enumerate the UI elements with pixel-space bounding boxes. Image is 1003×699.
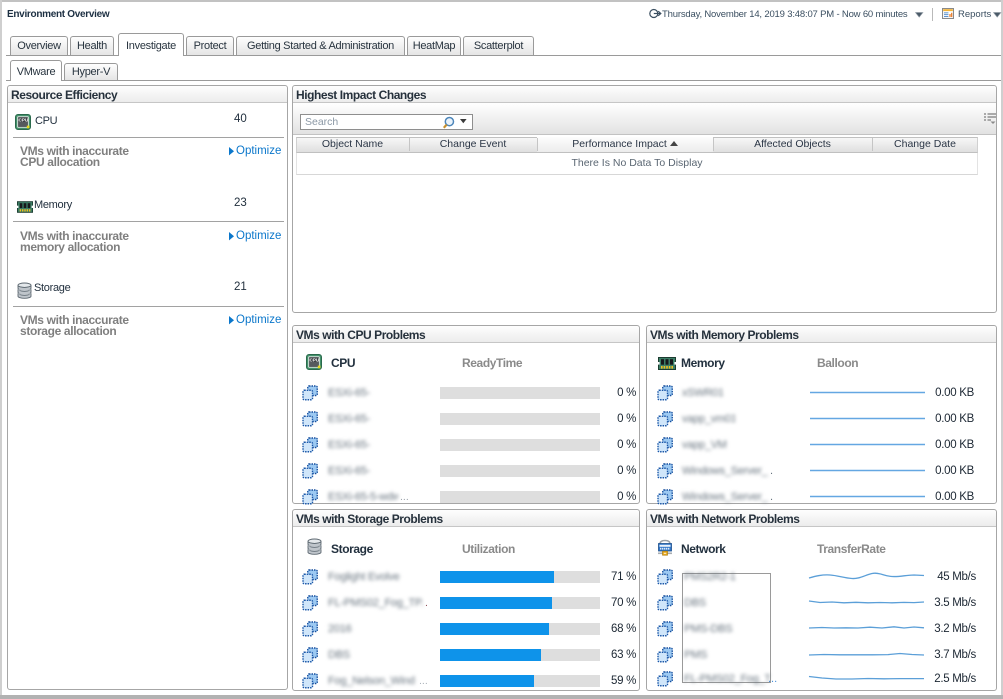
svg-text:CPU: CPU <box>310 358 320 363</box>
svg-text:CPU: CPU <box>19 118 29 123</box>
